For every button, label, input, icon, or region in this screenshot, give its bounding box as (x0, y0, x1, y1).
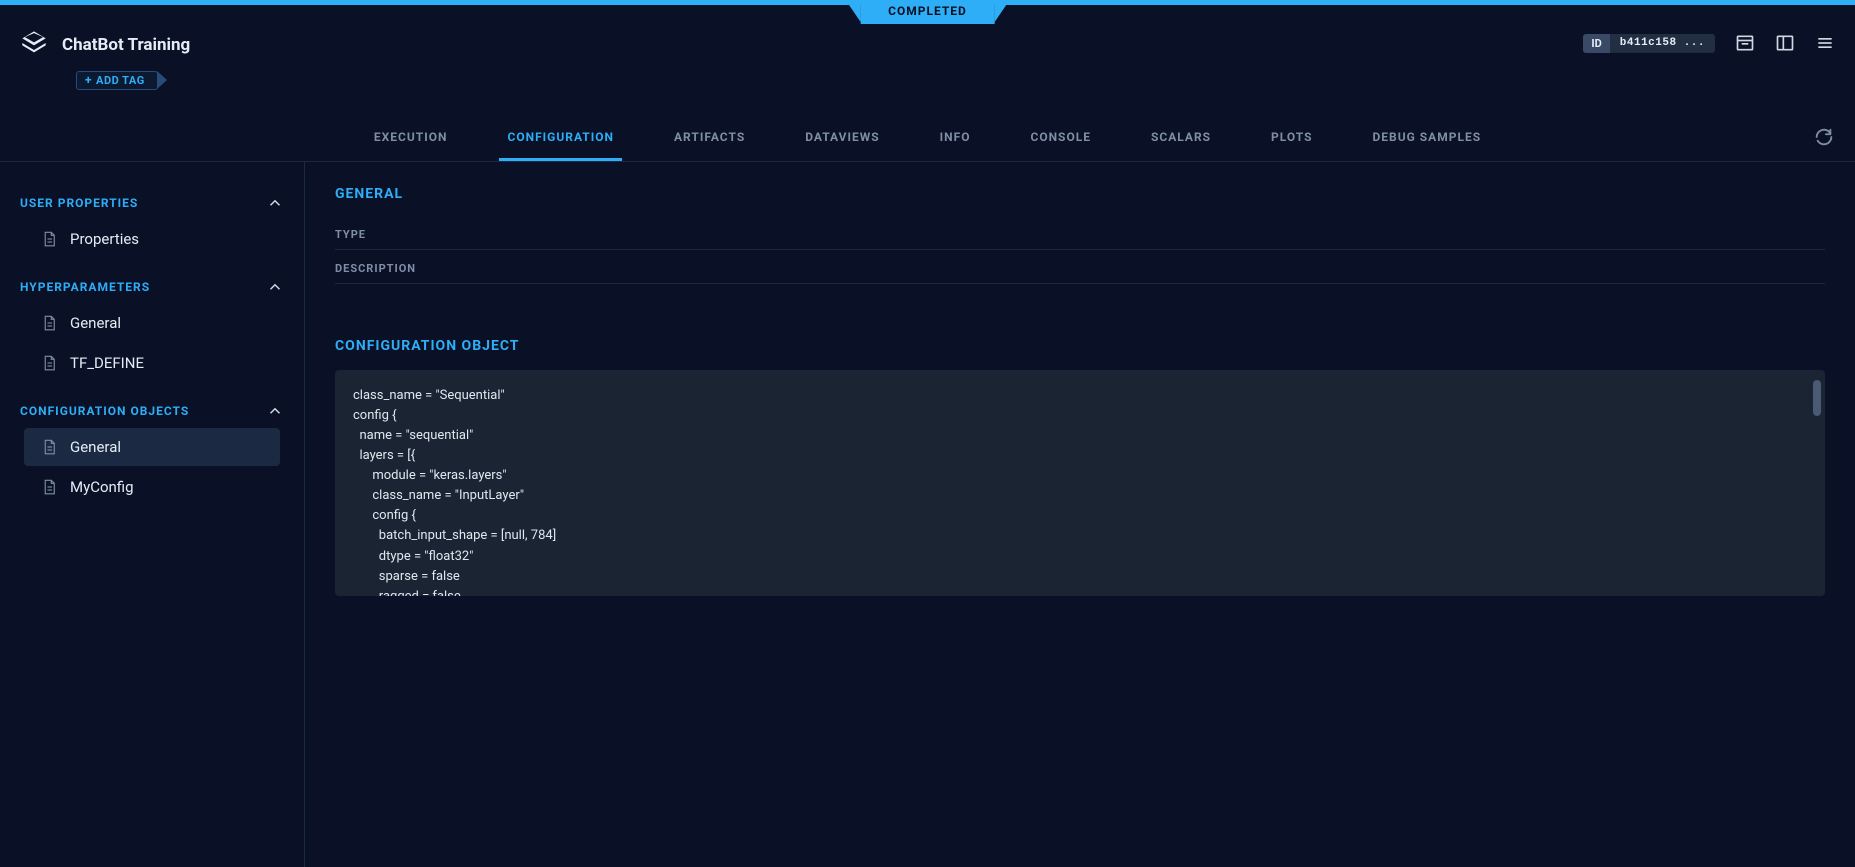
sidebar-item-myconfig[interactable]: MyConfig (24, 468, 280, 506)
sidebar: USER PROPERTIES Properties HYPERPARAMETE… (0, 162, 305, 867)
plus-icon: + (85, 74, 92, 86)
document-icon (40, 438, 58, 456)
tab-debug-samples[interactable]: DEBUG SAMPLES (1364, 120, 1489, 161)
sidebar-item-config-general[interactable]: General (24, 428, 280, 466)
code-content: class_name = "Sequential" config { name … (353, 388, 556, 596)
brand: ChatBot Training (20, 29, 190, 61)
document-icon (40, 478, 58, 496)
sidebar-item-label: General (70, 438, 121, 456)
sidebar-item-label: TF_DEFINE (70, 354, 144, 372)
tag-row: + ADD TAG (76, 69, 190, 90)
tabs: EXECUTION CONFIGURATION ARTIFACTS DATAVI… (0, 120, 1855, 162)
tab-execution[interactable]: EXECUTION (366, 120, 456, 161)
sidebar-section-config-objects: CONFIGURATION OBJECTS General MyConfig (0, 384, 304, 506)
tab-console[interactable]: CONSOLE (1022, 120, 1099, 161)
tab-scalars[interactable]: SCALARS (1143, 120, 1219, 161)
scrollbar-thumb[interactable] (1813, 380, 1821, 416)
chevron-up-icon (266, 402, 284, 420)
sidebar-item-label: General (70, 314, 121, 332)
config-object-heading: CONFIGURATION OBJECT (335, 338, 1825, 354)
sidebar-section-hyperparameters: HYPERPARAMETERS General TF_DEFINE (0, 260, 304, 382)
sidebar-section-user-properties: USER PROPERTIES Properties (0, 176, 304, 258)
config-code-block[interactable]: class_name = "Sequential" config { name … (335, 370, 1825, 596)
description-field: DESCRIPTION (335, 254, 1825, 284)
id-label: ID (1583, 34, 1609, 53)
sidebar-section-title: HYPERPARAMETERS (20, 280, 150, 294)
description-label: DESCRIPTION (335, 262, 1825, 275)
sidebar-item-label: Properties (70, 230, 139, 248)
tab-artifacts[interactable]: ARTIFACTS (666, 120, 753, 161)
tab-configuration[interactable]: CONFIGURATION (499, 120, 622, 161)
type-field: TYPE (335, 220, 1825, 250)
chevron-up-icon (266, 278, 284, 296)
add-tag-label: ADD TAG (96, 74, 145, 87)
chevron-up-icon (266, 194, 284, 212)
id-value: b411c158 ... (1610, 34, 1715, 52)
tabs-right (1813, 126, 1835, 152)
sidebar-item-hyper-general[interactable]: General (24, 304, 280, 342)
general-heading: GENERAL (335, 186, 1825, 202)
sidebar-item-properties[interactable]: Properties (24, 220, 280, 258)
refresh-icon[interactable] (1813, 126, 1835, 148)
document-icon (40, 354, 58, 372)
status-chip-wrap: COMPLETED (860, 0, 995, 24)
sidebar-section-head-hyperparameters[interactable]: HYPERPARAMETERS (20, 272, 284, 302)
tab-plots[interactable]: PLOTS (1263, 120, 1320, 161)
status-chip: COMPLETED (860, 0, 995, 24)
header-right: ID b411c158 ... (1583, 33, 1835, 53)
brand-title: ChatBot Training (62, 35, 190, 55)
document-icon (40, 314, 58, 332)
tab-info[interactable]: INFO (932, 120, 979, 161)
menu-icon[interactable] (1815, 33, 1835, 53)
body-split: USER PROPERTIES Properties HYPERPARAMETE… (0, 162, 1855, 867)
sidebar-item-tf-define[interactable]: TF_DEFINE (24, 344, 280, 382)
tab-dataviews[interactable]: DATAVIEWS (797, 120, 887, 161)
add-tag-button[interactable]: + ADD TAG (76, 71, 158, 90)
history-icon[interactable] (1735, 33, 1755, 53)
brand-icon (20, 29, 48, 61)
sidebar-item-label: MyConfig (70, 478, 134, 496)
main-content: GENERAL TYPE DESCRIPTION CONFIGURATION O… (305, 162, 1855, 867)
document-icon (40, 230, 58, 248)
type-label: TYPE (335, 228, 1825, 241)
layout-icon[interactable] (1775, 33, 1795, 53)
sidebar-section-title: USER PROPERTIES (20, 196, 138, 210)
sidebar-section-title: CONFIGURATION OBJECTS (20, 404, 189, 418)
sidebar-section-head-config-objects[interactable]: CONFIGURATION OBJECTS (20, 396, 284, 426)
sidebar-section-head-user-properties[interactable]: USER PROPERTIES (20, 188, 284, 218)
id-badge[interactable]: ID b411c158 ... (1583, 34, 1715, 53)
